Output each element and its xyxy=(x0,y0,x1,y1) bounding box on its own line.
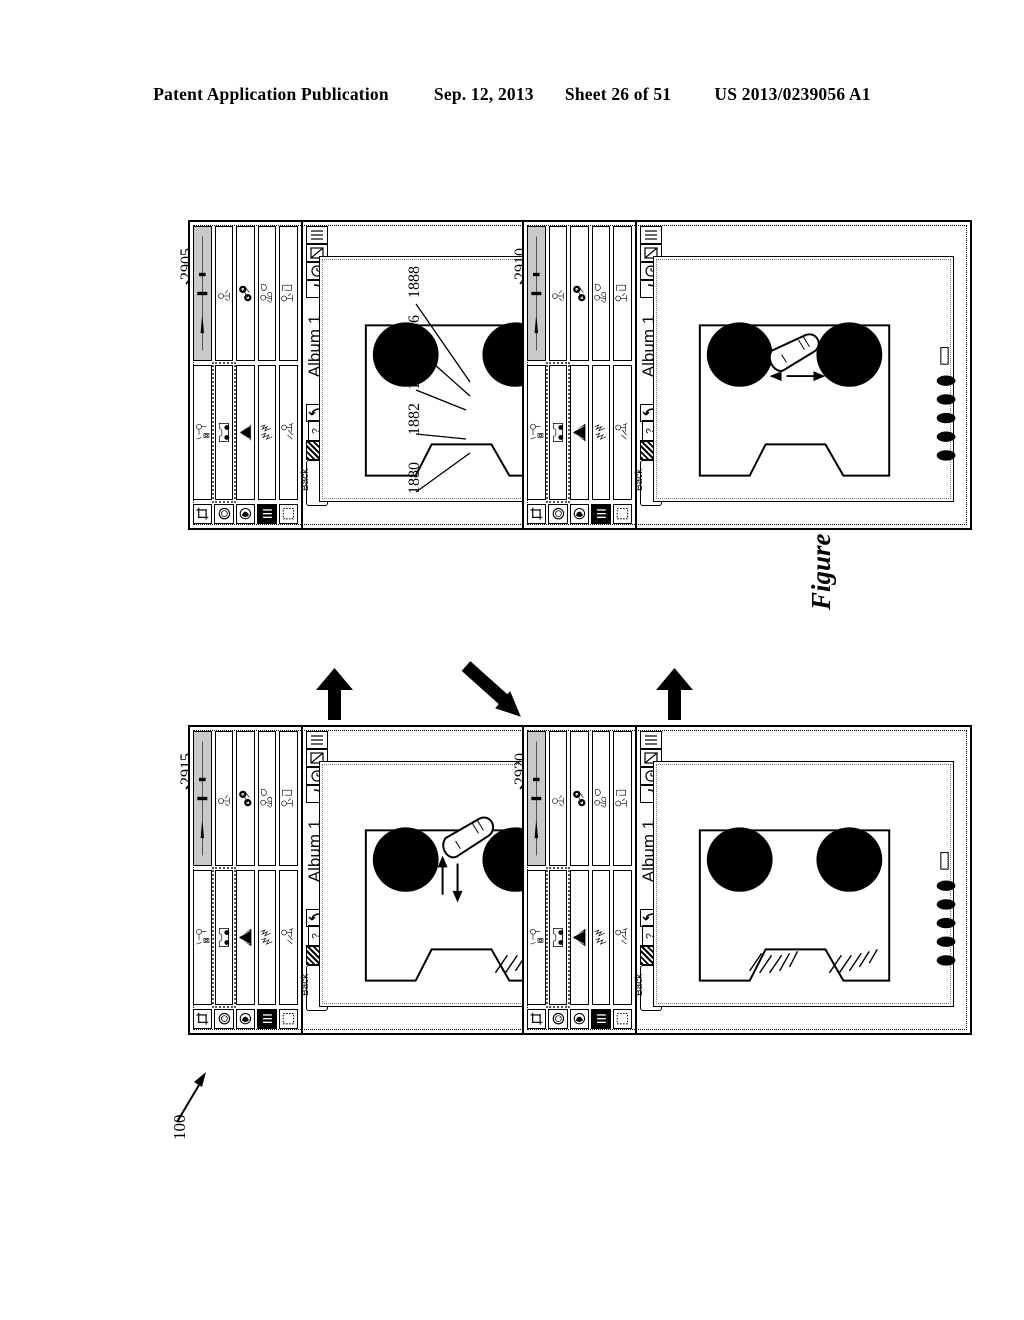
tool-row xyxy=(527,504,633,524)
thumb-person[interactable] xyxy=(548,731,568,866)
thumb-car[interactable] xyxy=(545,867,571,1008)
photo-frame-2910[interactable] xyxy=(653,256,954,502)
header-spacer-3 xyxy=(676,84,710,105)
hatching-upper xyxy=(749,951,799,974)
thumb-bike-rider[interactable] xyxy=(613,870,632,1005)
hatching-lower xyxy=(828,949,878,974)
content-2910: Back ? Album 1 xyxy=(634,222,970,528)
arrow-2905-to-2910 xyxy=(316,668,353,720)
thumbnail-row-top xyxy=(193,731,298,866)
thumb-person[interactable] xyxy=(214,731,234,866)
thumb-camera-person[interactable] xyxy=(527,365,546,500)
content-2920: Back ? Album 1 xyxy=(634,727,970,1033)
filmstrip-2915 xyxy=(190,727,303,1033)
frame-icon[interactable] xyxy=(612,1009,633,1029)
finger-gesture-icon xyxy=(768,333,826,381)
thumb-airplane[interactable] xyxy=(527,731,546,866)
titlebar-2910: Back ? Album 1 xyxy=(634,222,970,506)
device-ref-leader-arrow xyxy=(176,1072,206,1123)
list-icon[interactable] xyxy=(640,226,662,244)
publication-header: Patent Application Publication Sep. 12, … xyxy=(0,84,1024,105)
thumb-balloons[interactable] xyxy=(257,731,277,866)
filmstrip-2910 xyxy=(524,222,637,528)
effects-icon[interactable] xyxy=(257,1009,277,1029)
thumb-chair[interactable] xyxy=(613,226,632,361)
thumb-bicycle[interactable] xyxy=(570,731,589,866)
effects-icon[interactable] xyxy=(591,1009,611,1029)
frame-icon[interactable] xyxy=(612,504,633,524)
color-icon[interactable] xyxy=(548,1009,568,1029)
canvas-2920 xyxy=(637,753,970,1033)
thumb-camera-person[interactable] xyxy=(527,870,546,1005)
panel-2910: 2910 Back ? Album 1 xyxy=(512,220,972,530)
color-icon[interactable] xyxy=(214,1009,234,1029)
thumb-fan[interactable] xyxy=(570,365,589,500)
crop-icon[interactable] xyxy=(527,504,547,524)
effects-icon[interactable] xyxy=(591,504,611,524)
tool-row xyxy=(527,1009,633,1029)
panel-2920: 2920 Back ? Album 1 xyxy=(512,725,972,1035)
thumb-person[interactable] xyxy=(548,226,568,361)
header-date: Sep. 12, 2013 xyxy=(433,84,534,104)
car-illustration xyxy=(698,827,891,982)
frame-icon[interactable] xyxy=(278,1009,299,1029)
thumb-fan[interactable] xyxy=(570,870,589,1005)
brush-icon[interactable] xyxy=(569,504,590,524)
thumb-airplane[interactable] xyxy=(193,731,212,866)
crop-icon[interactable] xyxy=(193,1009,213,1029)
thumb-bicycle[interactable] xyxy=(570,226,589,361)
crop-icon[interactable] xyxy=(527,1009,547,1029)
arrow-2915-to-2920 xyxy=(656,668,693,720)
color-icon[interactable] xyxy=(548,504,568,524)
brush-icon[interactable] xyxy=(569,1009,590,1029)
thumbnail-row-top xyxy=(527,731,632,866)
thumb-camera-person[interactable] xyxy=(193,870,212,1005)
thumb-bike-rider[interactable] xyxy=(613,365,632,500)
list-icon[interactable] xyxy=(640,731,662,749)
thumb-airplane[interactable] xyxy=(527,226,546,361)
thumbnail-row-top xyxy=(527,226,632,361)
thumbnail-row-bottom xyxy=(527,362,632,503)
thumbnail-row-bottom xyxy=(527,867,632,1008)
list-icon[interactable] xyxy=(306,731,328,749)
thumb-balloons[interactable] xyxy=(591,226,611,361)
canvas-2910 xyxy=(637,248,970,528)
arrow-2910-to-2915 xyxy=(461,661,521,717)
device-2920: Back ? Album 1 xyxy=(522,725,972,1035)
brush-icon[interactable] xyxy=(235,1009,256,1029)
thumb-balloons[interactable] xyxy=(591,731,611,866)
header-publication-label: Patent Application Publication xyxy=(153,84,389,104)
car-illustration xyxy=(698,322,891,477)
thumb-car[interactable] xyxy=(545,362,571,503)
header-spacer-2 xyxy=(538,84,560,105)
filmstrip-2920 xyxy=(524,727,637,1033)
thumb-scribble[interactable] xyxy=(257,870,277,1005)
thumb-car[interactable] xyxy=(211,867,237,1008)
thumbnail-row-bottom xyxy=(193,867,298,1008)
header-patent-number: US 2013/0239056 A1 xyxy=(714,84,871,104)
tool-row xyxy=(193,1009,299,1029)
thumb-bicycle[interactable] xyxy=(236,731,255,866)
thumb-bike-rider[interactable] xyxy=(279,870,298,1005)
thumb-chair[interactable] xyxy=(279,731,298,866)
thumb-fan[interactable] xyxy=(236,870,255,1005)
photo-frame-2920[interactable] xyxy=(653,761,954,1007)
header-sheet: Sheet 26 of 51 xyxy=(564,84,672,104)
header-spacer-1 xyxy=(393,84,429,105)
device-2910: Back ? Album 1 xyxy=(522,220,972,530)
thumb-chair[interactable] xyxy=(613,731,632,866)
titlebar-2920: Back ? Album 1 xyxy=(634,727,970,1011)
thumb-scribble[interactable] xyxy=(591,870,611,1005)
thumb-scribble[interactable] xyxy=(591,365,611,500)
